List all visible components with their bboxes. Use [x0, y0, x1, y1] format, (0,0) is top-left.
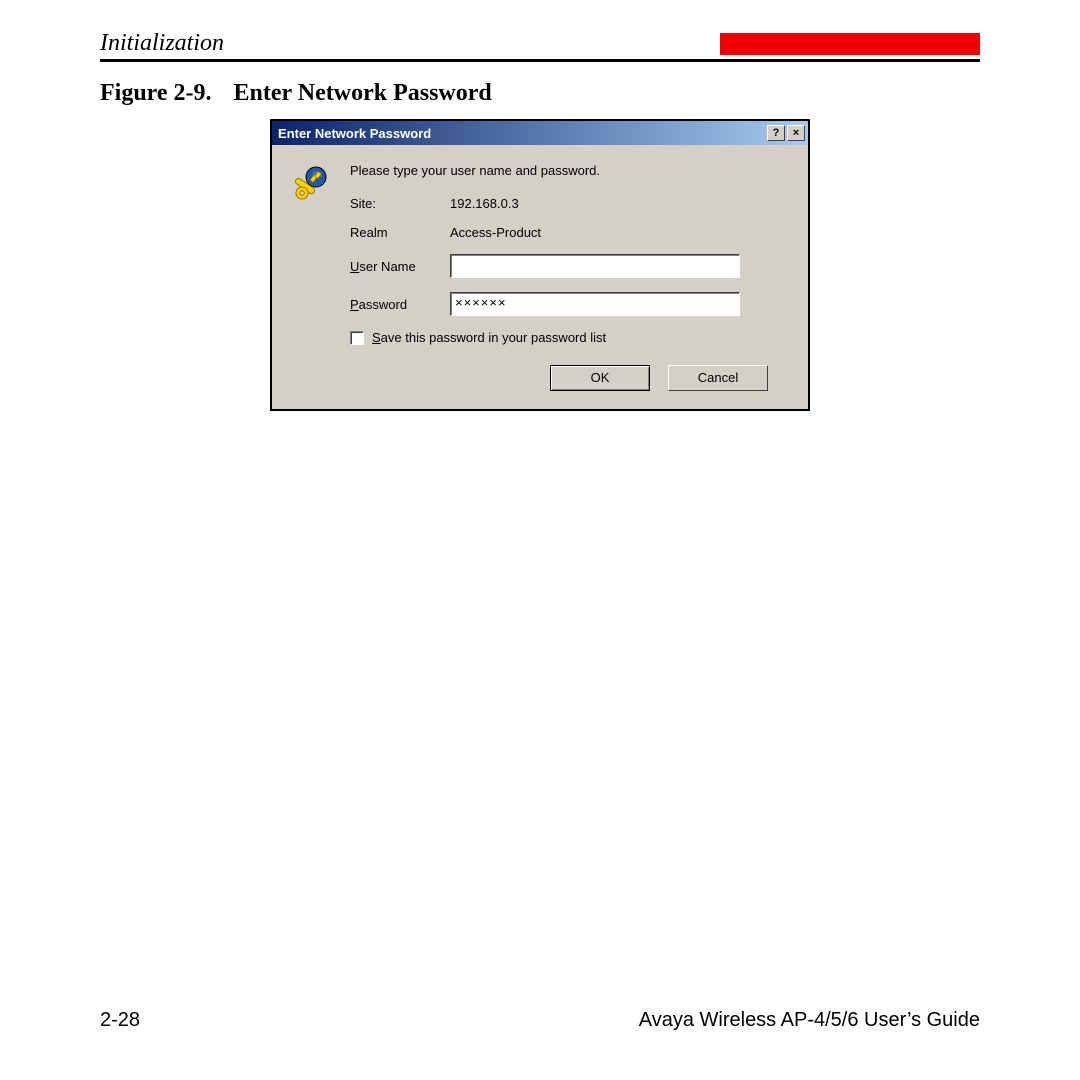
close-button[interactable]: ×	[787, 125, 805, 141]
page-header: Initialization	[100, 30, 980, 62]
dialog-title: Enter Network Password	[278, 126, 765, 141]
username-label: User Name	[350, 259, 450, 274]
save-password-checkbox[interactable]	[350, 331, 364, 345]
username-input[interactable]	[450, 254, 740, 278]
page-number: 2-28	[100, 1009, 140, 1032]
site-value: 192.168.0.3	[450, 196, 519, 211]
help-button[interactable]: ?	[767, 125, 785, 141]
password-label: Password	[350, 297, 450, 312]
dialog-instruction: Please type your user name and password.	[350, 163, 790, 178]
page-footer: 2-28 Avaya Wireless AP-4/5/6 User’s Guid…	[100, 1009, 980, 1032]
password-dialog: Enter Network Password ? ×	[270, 119, 810, 411]
realm-label: Realm	[350, 225, 450, 240]
site-label: Site:	[350, 196, 450, 211]
figure-number: Figure 2-9.	[100, 80, 212, 106]
realm-value: Access-Product	[450, 225, 541, 240]
ok-button[interactable]: OK	[550, 365, 650, 391]
header-accent-bar	[720, 33, 980, 55]
key-icon	[290, 163, 350, 207]
save-password-label: Save this password in your password list	[372, 330, 606, 345]
dialog-titlebar[interactable]: Enter Network Password ? ×	[272, 121, 808, 145]
figure-caption: Figure 2-9. Enter Network Password	[100, 80, 980, 107]
figure-title: Enter Network Password	[234, 80, 492, 106]
guide-title: Avaya Wireless AP-4/5/6 User’s Guide	[140, 1009, 980, 1032]
cancel-button[interactable]: Cancel	[668, 365, 768, 391]
password-input[interactable]: ××××××	[450, 292, 740, 316]
section-title: Initialization	[100, 30, 720, 57]
